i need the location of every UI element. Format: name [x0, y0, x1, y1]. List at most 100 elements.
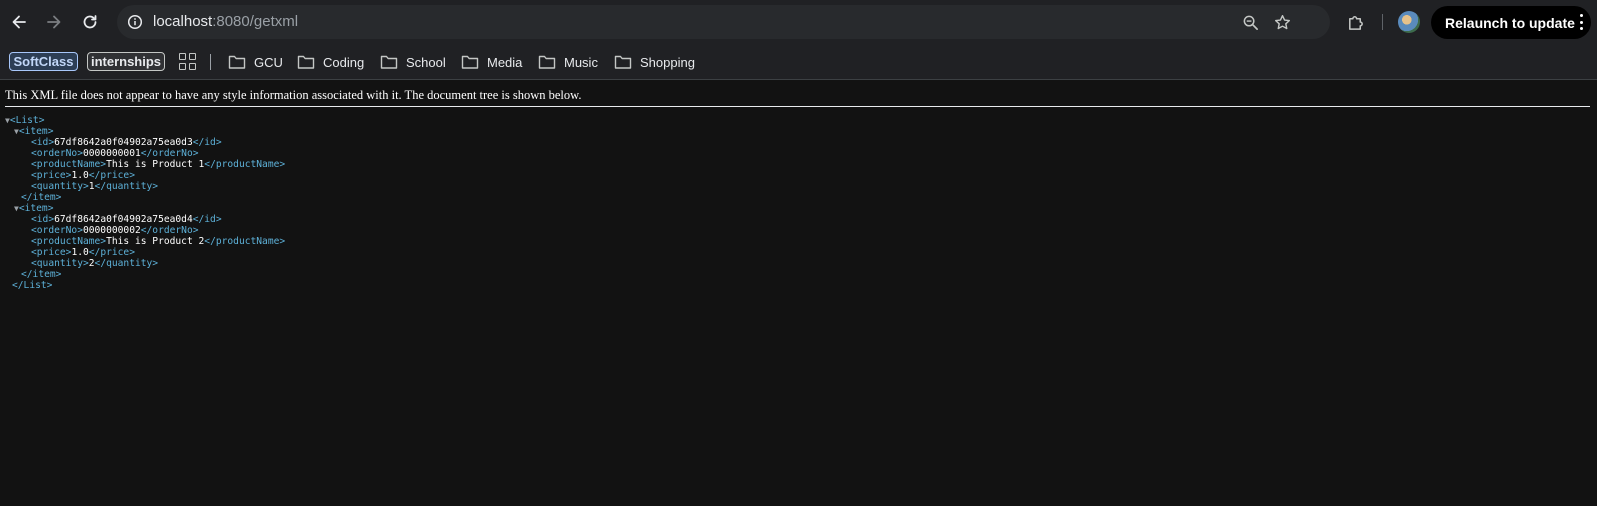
xml-open-tag: <item>	[18, 203, 54, 214]
bookmark-folder-gcu[interactable]: GCU	[228, 52, 283, 72]
xml-open-tag: <productName>	[31, 159, 107, 170]
xml-close-tag: </quantity>	[94, 258, 159, 269]
profile-avatar[interactable]	[1398, 11, 1420, 33]
bookmark-folder-coding[interactable]: Coding	[297, 52, 364, 72]
xml-value-id: 67df8642a0f04902a75ea0d4	[54, 214, 193, 225]
xml-open-tag: <price>	[31, 170, 72, 181]
xml-close-tag: </item>	[21, 269, 62, 280]
folder-label: GCU	[254, 54, 283, 70]
xml-open-tag: <price>	[31, 247, 72, 258]
xml-close-tag: </productName>	[204, 236, 286, 247]
browser-toolbar: localhost:8080/getxml Relaunch to update	[0, 0, 1597, 44]
folder-icon	[614, 55, 632, 69]
folder-label: Music	[564, 54, 598, 70]
toolbar-divider	[1382, 14, 1383, 30]
bookmark-folder-school[interactable]: School	[380, 52, 446, 72]
bookmark-folder-media[interactable]: Media	[461, 52, 522, 72]
xml-line: </List>	[5, 280, 285, 291]
xml-line: ▼<item>	[5, 203, 285, 214]
folder-label: Shopping	[640, 54, 695, 70]
zoom-button[interactable]	[1240, 12, 1260, 32]
back-button[interactable]	[5, 8, 33, 36]
xml-close-tag: </item>	[21, 192, 62, 203]
xml-line: <productName>This is Product 2</productN…	[5, 236, 285, 247]
xml-open-tag: <productName>	[31, 236, 107, 247]
xml-open-tag: <orderNo>	[31, 225, 83, 236]
url-path: :8080/getxml	[212, 13, 299, 30]
folder-label: Coding	[323, 54, 365, 70]
xml-line: <quantity>2</quantity>	[5, 258, 285, 269]
xml-open-tag: <orderNo>	[31, 148, 83, 159]
bookmark-internships[interactable]: internships	[87, 52, 165, 71]
xml-value-productname: This is Product 1	[106, 159, 205, 170]
xml-open-tag: <quantity>	[31, 258, 89, 269]
xml-value-orderno: 0000000002	[82, 225, 141, 236]
extensions-button[interactable]	[1343, 9, 1367, 35]
xml-style-notice: This XML file does not appear to have an…	[5, 88, 1590, 107]
puzzle-icon	[1348, 15, 1363, 30]
xml-close-tag: </id>	[192, 137, 222, 148]
xml-line: <price>1.0</price>	[5, 247, 285, 258]
xml-close-tag: </price>	[88, 247, 135, 258]
xml-line: </item>	[5, 269, 285, 280]
xml-close-tag: </productName>	[204, 159, 286, 170]
folder-icon	[538, 55, 556, 69]
star-icon	[1274, 14, 1290, 29]
xml-value-orderno: 0000000001	[82, 148, 141, 159]
arrow-right-icon	[47, 15, 61, 29]
xml-close-tag: </id>	[192, 214, 222, 225]
xml-line: <id>67df8642a0f04902a75ea0d4</id>	[5, 214, 285, 225]
bookmark-folder-shopping[interactable]: Shopping	[614, 52, 695, 72]
site-info-button[interactable]	[123, 10, 147, 34]
bookmark-softclass[interactable]: SoftClass	[9, 52, 78, 71]
folder-label: School	[406, 54, 446, 70]
xml-open-tag: <id>	[31, 137, 55, 148]
relaunch-label: Relaunch to update	[1445, 14, 1575, 31]
xml-line: ▼<List>	[5, 115, 285, 126]
xml-value-price: 1.0	[71, 247, 89, 258]
arrow-left-icon	[12, 15, 26, 29]
xml-value-productname: This is Product 2	[106, 236, 205, 247]
xml-open-tag: <List>	[9, 115, 45, 126]
xml-line: </item>	[5, 192, 285, 203]
xml-value-id: 67df8642a0f04902a75ea0d3	[54, 137, 193, 148]
url-host: localhost	[153, 13, 213, 30]
xml-line: <orderNo>0000000001</orderNo>	[5, 148, 285, 159]
bookmark-star-button[interactable]	[1272, 12, 1292, 32]
folder-icon	[380, 55, 398, 69]
xml-line: <productName>This is Product 1</productN…	[5, 159, 285, 170]
menu-kebab-icon[interactable]	[1579, 14, 1583, 30]
address-bar[interactable]: localhost:8080/getxml	[117, 5, 1330, 39]
bookmark-folder-music[interactable]: Music	[538, 52, 598, 72]
xml-close-tag: </quantity>	[94, 181, 159, 192]
folder-icon	[228, 55, 246, 69]
xml-open-tag: <item>	[18, 126, 54, 137]
bookmarks-divider	[210, 54, 211, 70]
xml-line: ▼<item>	[5, 126, 285, 137]
folder-icon	[461, 55, 479, 69]
folder-label: Media	[487, 54, 523, 70]
xml-value-price: 1.0	[71, 170, 89, 181]
reload-icon	[83, 15, 97, 29]
xml-close-tag: </orderNo>	[140, 148, 199, 159]
xml-line: <id>67df8642a0f04902a75ea0d3</id>	[5, 137, 285, 148]
xml-line: <orderNo>0000000002</orderNo>	[5, 225, 285, 236]
xml-open-tag: <quantity>	[31, 181, 89, 192]
forward-button[interactable]	[40, 8, 68, 36]
xml-viewer: This XML file does not appear to have an…	[0, 80, 1597, 506]
reload-button[interactable]	[76, 8, 104, 36]
xml-line: <quantity>1</quantity>	[5, 181, 285, 192]
zoom-out-icon	[1243, 15, 1258, 30]
xml-close-tag: </List>	[12, 280, 53, 291]
xml-line: <price>1.0</price>	[5, 170, 285, 181]
bookmarks-bar: SoftClass internships GCU Coding School …	[0, 44, 1597, 80]
apps-grid-icon[interactable]	[179, 53, 196, 70]
relaunch-button[interactable]: Relaunch to update	[1431, 6, 1591, 39]
xml-open-tag: <id>	[31, 214, 55, 225]
xml-tree: ▼<List> ▼<item> <id>67df8642a0f04902a75ea0…	[5, 115, 285, 291]
url-text[interactable]: localhost:8080/getxml	[153, 13, 298, 31]
xml-close-tag: </price>	[88, 170, 135, 181]
info-icon	[127, 14, 143, 30]
xml-close-tag: </orderNo>	[140, 225, 199, 236]
folder-icon	[297, 55, 315, 69]
